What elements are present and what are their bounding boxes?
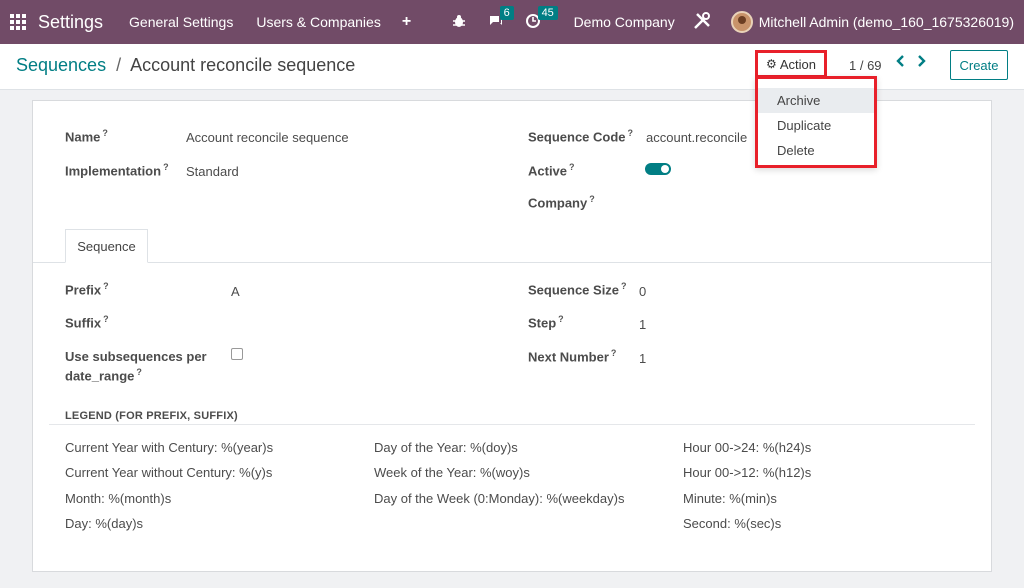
company-switcher[interactable]: Demo Company [574,14,675,30]
menu-item-delete[interactable]: Delete [758,138,874,163]
implementation-field[interactable]: Standard [186,164,239,179]
menu-item-duplicate[interactable]: Duplicate [758,113,874,138]
sequence-size-field[interactable]: 0 [639,284,646,299]
action-dropdown-menu: Archive Duplicate Delete [755,76,877,168]
company-label: Company? [528,194,595,211]
user-menu[interactable]: Mitchell Admin (demo_160_1675326019) [759,14,1014,30]
next-number-field[interactable]: 1 [639,351,646,366]
suffix-label: Suffix? [65,314,109,331]
next-number-label: Next Number? [528,348,617,365]
top-navbar: Settings General Settings Users & Compan… [0,0,1024,44]
implementation-label: Implementation? [65,162,169,179]
prefix-label: Prefix? [65,281,109,298]
legend-weekday: Day of the Week (0:Monday): %(weekday)s [374,491,625,506]
legend-hour24: Hour 00->24: %(h24)s [683,440,812,455]
legend-title: LEGEND (FOR PREFIX, SUFFIX) [65,410,238,422]
breadcrumb-sequences-link[interactable]: Sequences [16,55,106,75]
tab-sequence[interactable]: Sequence [65,229,148,263]
breadcrumb-separator: / [116,55,122,75]
active-label: Active? [528,162,575,179]
activities-icon[interactable]: 45 [525,5,558,31]
tools-icon[interactable] [693,11,711,33]
menu-item-archive[interactable]: Archive [758,88,874,113]
legend-month: Month: %(month)s [65,491,172,506]
breadcrumb: Sequences / Account reconcile sequence [16,55,355,76]
gear-icon: ⚙ [766,57,777,71]
legend-minute: Minute: %(min)s [683,491,777,506]
breadcrumb-current: Account reconcile sequence [130,55,356,75]
tabs-divider [33,262,991,263]
plus-menu-icon[interactable]: + [402,13,411,31]
legend-day: Day: %(day)s [65,516,144,531]
messages-icon[interactable]: 6 [488,5,514,31]
chevron-left-icon[interactable] [895,54,905,73]
legend-day-of-year: Day of the Year: %(doy)s [374,440,518,455]
step-label: Step? [528,314,564,331]
messages-badge: 6 [499,5,514,20]
chevron-right-icon[interactable] [917,54,927,73]
step-field[interactable]: 1 [639,317,646,332]
create-button[interactable]: Create [950,50,1008,80]
legend-second: Second: %(sec)s [683,516,782,531]
subsequence-label: Use subsequences per [65,349,207,364]
prefix-field[interactable]: A [231,284,240,299]
menu-general-settings[interactable]: General Settings [129,14,233,30]
legend-week-of-year: Week of the Year: %(woy)s [374,465,530,480]
avatar[interactable] [730,11,753,33]
app-title[interactable]: Settings [38,12,103,33]
legend-year-century: Current Year with Century: %(year)s [65,440,274,455]
name-label: Name? [65,128,108,145]
active-toggle[interactable] [645,163,671,175]
sequence-code-label: Sequence Code? [528,128,634,145]
name-field[interactable]: Account reconcile sequence [186,130,349,145]
activities-badge: 45 [537,5,558,20]
action-label: Action [779,56,816,72]
apps-menu-icon[interactable] [0,0,36,44]
form-sheet: Name? Account reconcile sequence Impleme… [32,100,992,572]
legend-divider [49,424,975,425]
bug-icon[interactable] [452,14,466,31]
legend-hour12: Hour 00->12: %(h12)s [683,465,812,480]
action-button[interactable]: ⚙ Action [755,50,827,78]
subsequence-label-line2: date_range? [65,367,142,384]
pager-value[interactable]: 1 / 69 [849,58,882,73]
subsequence-checkbox[interactable] [231,348,243,360]
menu-users-companies[interactable]: Users & Companies [256,14,381,30]
legend-year: Current Year without Century: %(y)s [65,465,273,480]
sequence-code-field[interactable]: account.reconcile [646,130,747,145]
sequence-size-label: Sequence Size? [528,281,627,298]
